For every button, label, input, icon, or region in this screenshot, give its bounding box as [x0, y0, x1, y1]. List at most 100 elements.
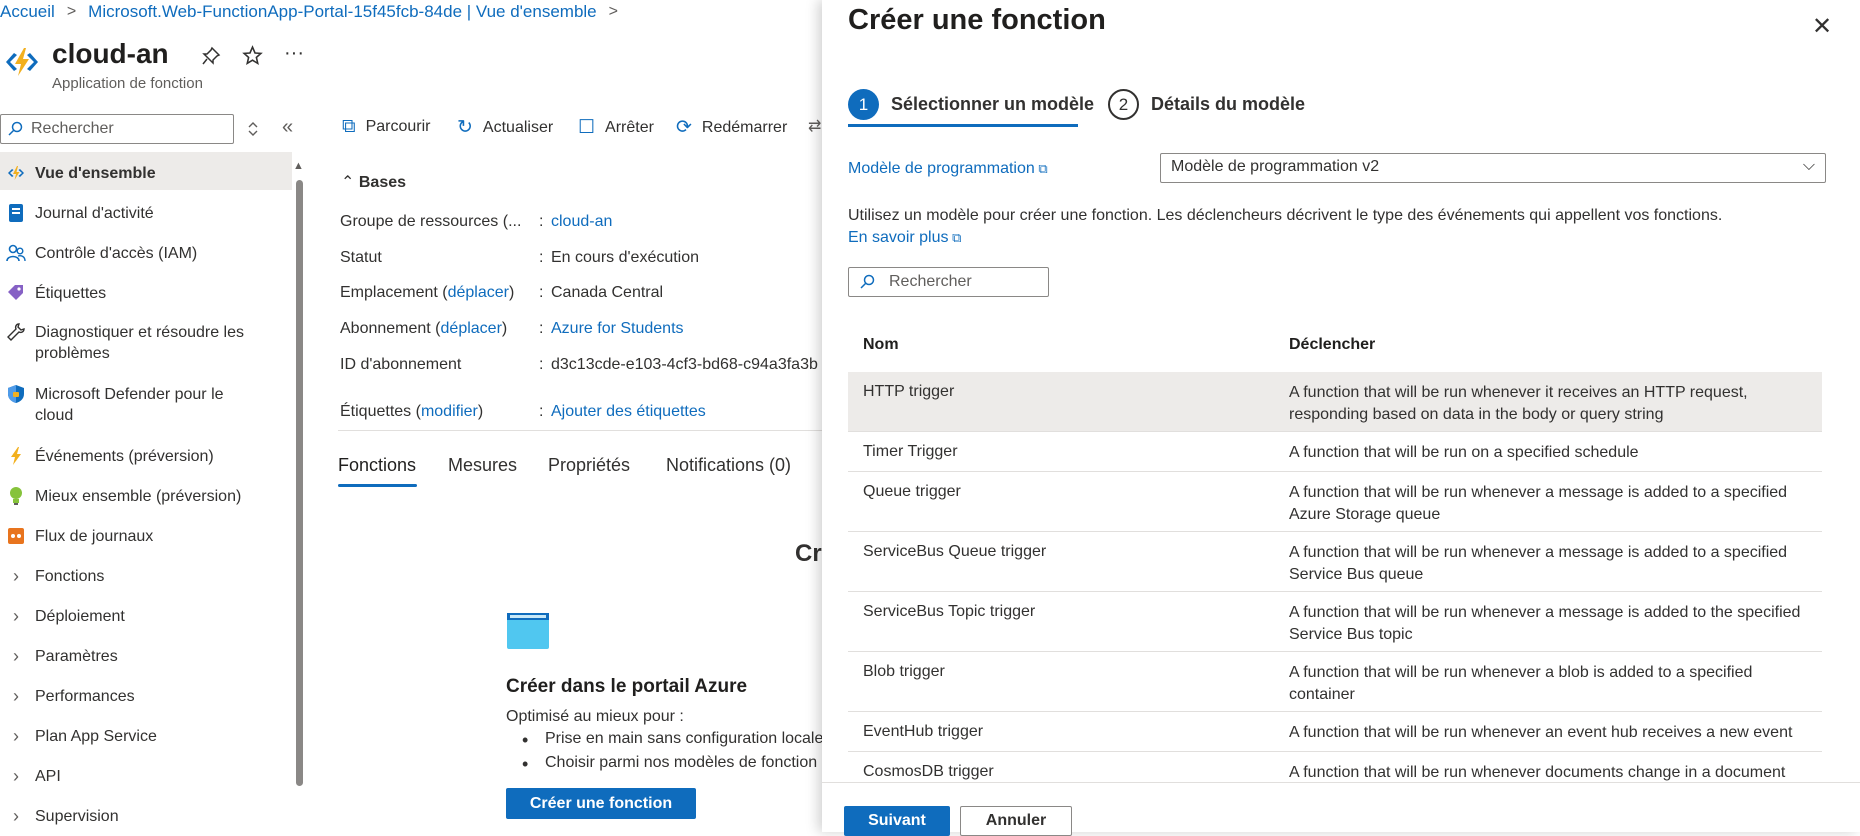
collapse-menu-icon[interactable]: «	[282, 116, 293, 139]
colon: :	[539, 249, 544, 266]
tags-edit-link[interactable]: modifier	[421, 403, 478, 420]
template-search-input[interactable]	[889, 273, 1039, 291]
divider	[338, 430, 823, 431]
nav-scrollbar[interactable]	[296, 180, 303, 786]
location-value: Canada Central	[551, 284, 664, 301]
template-name: Queue trigger	[863, 483, 961, 500]
breadcrumb-separator: >	[608, 3, 618, 20]
nav-group-app-service-plan[interactable]: › Plan App Service	[0, 726, 292, 747]
nav-group-functions[interactable]: › Fonctions	[0, 566, 292, 587]
template-row-queue[interactable]: Queue trigger A function that will be ru…	[848, 472, 1822, 532]
step-template-details[interactable]: 2 Détails du modèle	[1108, 89, 1305, 120]
nav-item-log-stream[interactable]: Flux de journaux	[0, 526, 292, 547]
template-row-blob[interactable]: Blob trigger A function that will be run…	[848, 652, 1822, 712]
browse-button[interactable]: ⧉ Parcourir	[342, 116, 430, 138]
left-search-box	[0, 114, 234, 144]
programming-model-dropdown[interactable]: Modèle de programmation v2 ⌵	[1160, 153, 1826, 183]
learn-more-link[interactable]: En savoir plus ⧉	[848, 229, 961, 247]
refresh-button[interactable]: ↻ Actualiser	[457, 116, 553, 139]
create-function-button[interactable]: Créer une fonction	[506, 788, 696, 819]
nav-label: Flux de journaux	[35, 528, 154, 545]
sort-icon[interactable]	[246, 121, 260, 137]
column-header-name[interactable]: Nom	[863, 336, 899, 354]
close-icon[interactable]: ✕	[1812, 12, 1832, 41]
chevron-up-icon: ⌃	[341, 174, 359, 191]
stream-icon	[6, 526, 26, 546]
page-subtitle: Application de fonction	[52, 75, 203, 92]
panel-description: Utilisez un modèle pour créer une foncti…	[848, 207, 1723, 224]
nav-label: Supervision	[35, 808, 119, 825]
template-desc: A function that will be run whenever a m…	[1289, 484, 1788, 523]
nav-item-diagnose[interactable]: Diagnostiquer et résoudre les problèmes	[0, 322, 292, 364]
tab-properties[interactable]: Propriétés	[548, 455, 630, 476]
nav-item-events[interactable]: Événements (préversion)	[0, 446, 292, 467]
step-select-template[interactable]: 1 Sélectionner un modèle	[848, 89, 1094, 120]
restart-button[interactable]: ⟳ Redémarrer	[676, 116, 787, 139]
stop-button[interactable]: ☐ Arrêter	[578, 116, 654, 139]
column-header-trigger[interactable]: Déclencher	[1289, 336, 1375, 354]
nav-group-deployment[interactable]: › Déploiement	[0, 606, 292, 627]
step-number: 2	[1108, 89, 1139, 120]
template-name: HTTP trigger	[863, 383, 955, 400]
function-app-icon	[6, 48, 38, 76]
subscription-key: Abonnement (	[340, 320, 441, 337]
colon: :	[539, 356, 544, 373]
template-row-cosmosdb[interactable]: CosmosDB trigger A function that will be…	[848, 752, 1822, 782]
nav-label: Vue d'ensemble	[35, 165, 156, 182]
nav-item-activity-log[interactable]: Journal d'activité	[0, 203, 292, 224]
nav-item-better-together[interactable]: Mieux ensemble (préversion)	[0, 486, 292, 507]
add-tags-link[interactable]: Ajouter des étiquettes	[551, 403, 706, 421]
scroll-up-arrow[interactable]: ▲	[293, 160, 304, 172]
colon: :	[539, 320, 544, 337]
breadcrumb-current-link[interactable]: Microsoft.Web-FunctionApp-Portal-15f45fc…	[88, 2, 596, 22]
bullet-text: Prise en main sans configuration locale	[545, 730, 824, 747]
open-external-icon: ⧉	[1034, 161, 1048, 176]
nav-group-monitoring[interactable]: › Supervision	[0, 806, 292, 827]
nav-group-settings[interactable]: › Paramètres	[0, 646, 292, 667]
lightning-icon	[6, 446, 26, 466]
left-search-input[interactable]	[31, 120, 221, 138]
nav-item-defender[interactable]: Microsoft Defender pour le cloud	[0, 384, 292, 426]
star-icon[interactable]	[242, 45, 263, 66]
nav-item-tags[interactable]: Étiquettes	[0, 283, 292, 304]
active-tab-indicator	[338, 484, 417, 487]
nav-item-iam[interactable]: Contrôle d'accès (IAM)	[0, 243, 292, 264]
tab-notifications[interactable]: Notifications (0)	[666, 455, 791, 476]
open-external-icon: ⧉	[948, 230, 962, 245]
chevron-right-icon: ›	[13, 726, 19, 746]
nav-group-performance[interactable]: › Performances	[0, 686, 292, 707]
breadcrumb-home-link[interactable]: Accueil	[0, 2, 55, 22]
refresh-icon: ↻	[457, 117, 473, 138]
portal-window-icon	[507, 613, 549, 649]
programming-model-link[interactable]: Modèle de programmation ⧉	[848, 160, 1048, 178]
tab-metrics[interactable]: Mesures	[448, 455, 517, 476]
template-row-eventhub[interactable]: EventHub trigger A function that will be…	[848, 712, 1822, 752]
template-row-http[interactable]: HTTP trigger A function that will be run…	[848, 372, 1822, 432]
location-move-link[interactable]: déplacer	[448, 284, 509, 301]
stop-icon: ☐	[578, 117, 596, 138]
essentials-toggle[interactable]: ⌃ Bases	[341, 172, 406, 192]
template-search-box	[848, 267, 1049, 297]
nav-label: Journal d'activité	[35, 205, 154, 222]
toolbar-overflow-icon[interactable]: ⇄	[808, 116, 821, 136]
bullet-item: Choisir parmi nos modèles de fonction	[522, 754, 817, 775]
search-icon	[8, 121, 23, 136]
template-row-servicebus-queue[interactable]: ServiceBus Queue trigger A function that…	[848, 532, 1822, 592]
template-row-timer[interactable]: Timer Trigger A function that will be ru…	[848, 432, 1822, 472]
nav-group-api[interactable]: › API	[0, 766, 292, 787]
subscription-move-link[interactable]: déplacer	[441, 320, 502, 337]
subscription-link[interactable]: Azure for Students	[551, 320, 684, 338]
nav-label: Microsoft Defender pour le cloud	[35, 386, 224, 424]
more-icon[interactable]: ···	[284, 42, 304, 65]
bullet-item: Prise en main sans configuration locale	[522, 730, 824, 751]
tab-functions[interactable]: Fonctions	[338, 455, 416, 476]
programming-model-label: Modèle de programmation	[848, 160, 1035, 177]
step-label: Détails du modèle	[1151, 94, 1306, 114]
template-desc: A function that will be run whenever doc…	[1289, 764, 1786, 781]
pin-icon[interactable]	[201, 46, 221, 66]
resource-group-link[interactable]: cloud-an	[551, 213, 612, 231]
template-row-servicebus-topic[interactable]: ServiceBus Topic trigger A function that…	[848, 592, 1822, 652]
nav-label: Plan App Service	[35, 728, 157, 745]
nav-label: Fonctions	[35, 568, 105, 585]
nav-item-overview[interactable]: Vue d'ensemble	[0, 152, 292, 190]
